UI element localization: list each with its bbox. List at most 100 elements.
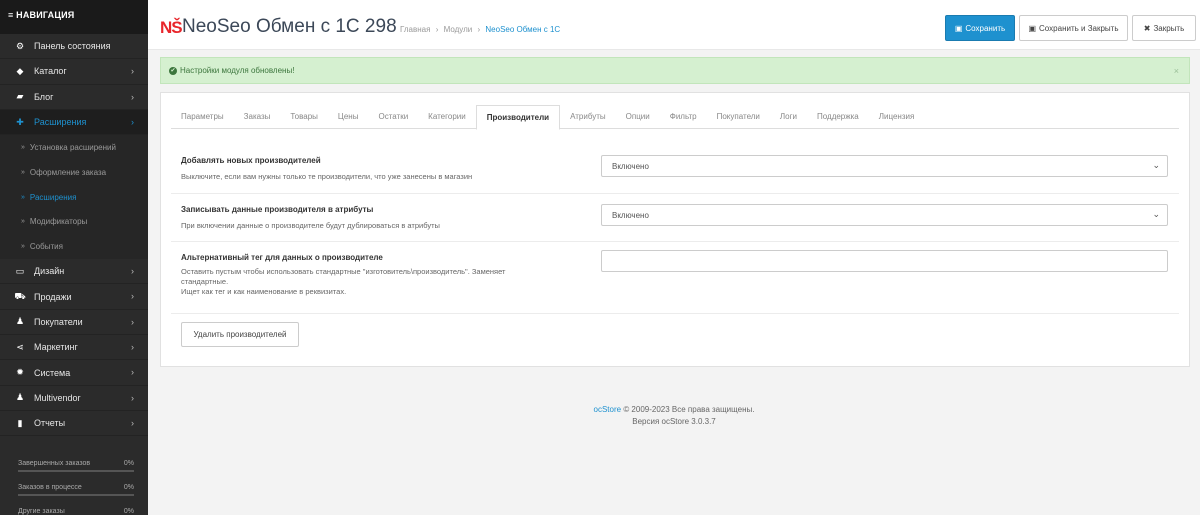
sidebar-item-dashboard[interactable]: ⚙ Панель состояния bbox=[0, 34, 148, 60]
tab-prices[interactable]: Цены bbox=[328, 105, 369, 129]
form-row-manufacturer-attributes: Записывать данные производителя в атрибу… bbox=[171, 194, 1179, 242]
sidebar-subitem-installer[interactable]: » Установка расширений bbox=[0, 135, 148, 160]
page-footer: ocStore © 2009-2023 Все права защищены. … bbox=[148, 404, 1200, 428]
sidebar-subitem-label: Модификаторы bbox=[29, 217, 88, 227]
sidebar-item-label: Система bbox=[34, 367, 71, 378]
stat-value: 0% bbox=[123, 508, 134, 515]
footer-link[interactable]: ocStore bbox=[594, 405, 622, 414]
footer-copyright: © 2009-2023 Все права защищены. bbox=[621, 405, 755, 414]
sidebar-item-label: Маркетинг bbox=[34, 342, 78, 353]
save-and-close-button[interactable]: ▣ Сохранить и Закрыть bbox=[1019, 15, 1128, 41]
field-help: Оставить пустым чтобы использовать станд… bbox=[181, 267, 506, 276]
tab-logs[interactable]: Логи bbox=[770, 105, 807, 129]
delete-manufacturers-button[interactable]: Удалить производителей bbox=[181, 322, 299, 347]
tab-categories[interactable]: Категории bbox=[418, 105, 476, 129]
desktop-icon: ▭ bbox=[15, 265, 25, 276]
form-row-alt-tag: Альтернативный тег для данных о производ… bbox=[171, 242, 1179, 314]
sidebar-subitem-label: Оформление заказа bbox=[29, 167, 107, 177]
save-button[interactable]: ▣ Сохранить bbox=[945, 15, 1015, 41]
tab-orders[interactable]: Заказы bbox=[234, 105, 281, 129]
stat-complete: Завершенных заказов 0% bbox=[18, 460, 134, 472]
alert-close-icon[interactable]: × bbox=[1174, 66, 1179, 76]
main-content: NŠ NeoSeo Обмен с 1С 298 Главная › Модул… bbox=[148, 0, 1200, 515]
tab-products[interactable]: Товары bbox=[280, 105, 328, 129]
save-and-close-label: Сохранить и Закрыть bbox=[1039, 23, 1119, 33]
sidebar-subitem-modifications[interactable]: » Модификаторы bbox=[0, 209, 148, 235]
sidebar-subitem-events[interactable]: » События bbox=[0, 234, 148, 260]
sidebar-item-multivendor[interactable]: ♟ Multivendor › bbox=[0, 386, 148, 411]
chevron-right-icon: › bbox=[131, 342, 134, 353]
sidebar-item-label: Отчеты bbox=[34, 418, 66, 429]
tab-options[interactable]: Опции bbox=[616, 105, 660, 129]
sidebar-item-label: Multivendor bbox=[34, 392, 81, 403]
breadcrumb-separator: › bbox=[477, 25, 481, 34]
tab-manufacturers[interactable]: Производители bbox=[475, 105, 561, 130]
double-chevron-icon: » bbox=[21, 144, 25, 152]
sidebar-item-label: Дизайн bbox=[34, 266, 65, 277]
close-button[interactable]: ✖ Закрыть bbox=[1132, 15, 1196, 41]
tab-bar: Параметры Заказы Товары Цены Остатки Кат… bbox=[171, 105, 1179, 130]
stat-label: Заказов в процессе bbox=[18, 484, 82, 491]
sidebar-item-marketing[interactable]: ⋖ Маркетинг › bbox=[0, 335, 148, 361]
sidebar-item-label: Каталог bbox=[34, 66, 67, 77]
field-label: Добавлять новых производителей bbox=[181, 156, 321, 165]
sidebar-item-label: Блог bbox=[34, 91, 54, 102]
cog-icon: ✹ bbox=[16, 367, 24, 377]
tab-stock[interactable]: Остатки bbox=[368, 105, 418, 129]
manufacturer-attributes-select[interactable]: Включено ⌄ bbox=[601, 204, 1168, 226]
book-icon: ▰ bbox=[16, 91, 24, 102]
chevron-down-icon: › bbox=[131, 116, 134, 127]
sidebar-item-reports[interactable]: ▮ Отчеты › bbox=[0, 411, 148, 437]
progress-bar bbox=[18, 470, 134, 472]
sidebar-item-extensions[interactable]: ✚ Расширения › bbox=[0, 109, 148, 136]
alt-tag-input[interactable] bbox=[601, 250, 1168, 272]
nav-heading[interactable]: ≡ НАВИГАЦИЯ bbox=[0, 0, 148, 34]
field-help: стандартные. bbox=[181, 277, 229, 286]
field-help: Выключите, если вам нужны только те прои… bbox=[181, 172, 473, 181]
tab-parameters[interactable]: Параметры bbox=[171, 105, 234, 129]
user-icon: ♟ bbox=[15, 392, 25, 403]
tab-filter[interactable]: Фильтр bbox=[660, 105, 707, 129]
puzzle-icon: ✚ bbox=[16, 116, 24, 127]
tab-customers[interactable]: Покупатели bbox=[707, 105, 770, 129]
chevron-right-icon: › bbox=[131, 417, 134, 428]
tab-license[interactable]: Лицензия bbox=[869, 105, 925, 129]
chevron-right-icon: › bbox=[131, 291, 134, 302]
chevron-right-icon: › bbox=[131, 66, 134, 77]
sidebar: ≡ НАВИГАЦИЯ ⚙ Панель состояния ◆ Каталог… bbox=[0, 0, 148, 515]
stat-label: Другие заказы bbox=[18, 508, 65, 515]
sidebar-item-design[interactable]: ▭ Дизайн › bbox=[0, 259, 148, 285]
stat-value: 0% bbox=[123, 484, 134, 491]
sidebar-item-catalog[interactable]: ◆ Каталог › bbox=[0, 59, 148, 85]
double-chevron-icon: » bbox=[21, 243, 25, 251]
stat-other: Другие заказы 0% bbox=[18, 508, 134, 515]
field-label: Альтернативный тег для данных о производ… bbox=[181, 253, 383, 262]
sidebar-item-label: Панель состояния bbox=[34, 41, 111, 52]
sidebar-subitem-checkout[interactable]: » Оформление заказа bbox=[0, 159, 148, 185]
sidebar-item-system[interactable]: ✹ Система › bbox=[0, 360, 148, 386]
breadcrumb-home[interactable]: Главная bbox=[400, 25, 430, 34]
select-value: Включено bbox=[612, 162, 649, 171]
share-icon: ⋖ bbox=[16, 341, 24, 352]
sidebar-item-blog[interactable]: ▰ Блог › bbox=[0, 85, 148, 110]
footer-copyright-line: ocStore © 2009-2023 Все права защищены. bbox=[148, 404, 1200, 416]
field-help: Ищет как тег и как наименование в реквиз… bbox=[181, 287, 347, 296]
tab-support[interactable]: Поддержка bbox=[807, 105, 869, 129]
tab-attributes[interactable]: Атрибуты bbox=[560, 105, 616, 129]
chevron-right-icon: › bbox=[131, 91, 134, 102]
breadcrumb-current[interactable]: NeoSeo Обмен с 1С bbox=[485, 25, 560, 34]
sidebar-item-customers[interactable]: ♟ Покупатели › bbox=[0, 310, 148, 336]
neoseo-logo: NŠ bbox=[160, 18, 183, 37]
form-row-add-manufacturers: Добавлять новых производителей Выключите… bbox=[171, 143, 1179, 194]
double-chevron-icon: » bbox=[21, 193, 25, 201]
breadcrumb-modules[interactable]: Модули bbox=[444, 25, 473, 34]
sidebar-item-sales[interactable]: ⛟ Продажи › bbox=[0, 284, 148, 310]
stat-label: Завершенных заказов bbox=[18, 460, 91, 467]
add-manufacturers-select[interactable]: Включено ⌄ bbox=[601, 155, 1168, 177]
sidebar-subitem-extensions[interactable]: » Расширения bbox=[0, 184, 148, 210]
stat-value: 0% bbox=[123, 460, 134, 467]
floppy-icon: ▣ bbox=[954, 23, 963, 33]
sidebar-subitem-label: Расширения bbox=[29, 192, 77, 202]
select-value: Включено bbox=[612, 211, 649, 220]
chevron-right-icon: › bbox=[131, 266, 134, 277]
